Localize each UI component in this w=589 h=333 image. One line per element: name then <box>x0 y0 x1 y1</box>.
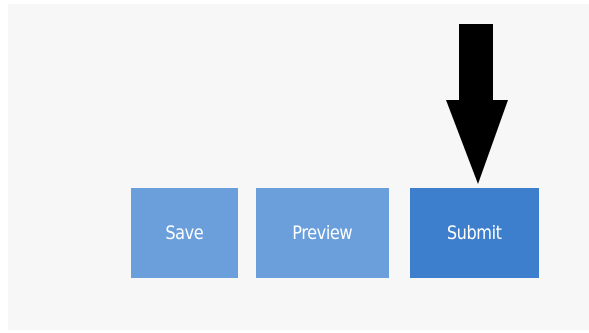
screen: Save Preview Submit <box>0 0 589 333</box>
down-arrow-icon <box>446 24 508 184</box>
arrow-shaft <box>459 24 493 102</box>
submit-button[interactable]: Submit <box>410 188 539 278</box>
preview-button-label: Preview <box>292 222 353 244</box>
arrow-head <box>446 100 508 184</box>
save-button[interactable]: Save <box>131 188 238 278</box>
preview-button[interactable]: Preview <box>256 188 389 278</box>
save-button-label: Save <box>165 222 204 244</box>
submit-button-label: Submit <box>447 222 502 244</box>
